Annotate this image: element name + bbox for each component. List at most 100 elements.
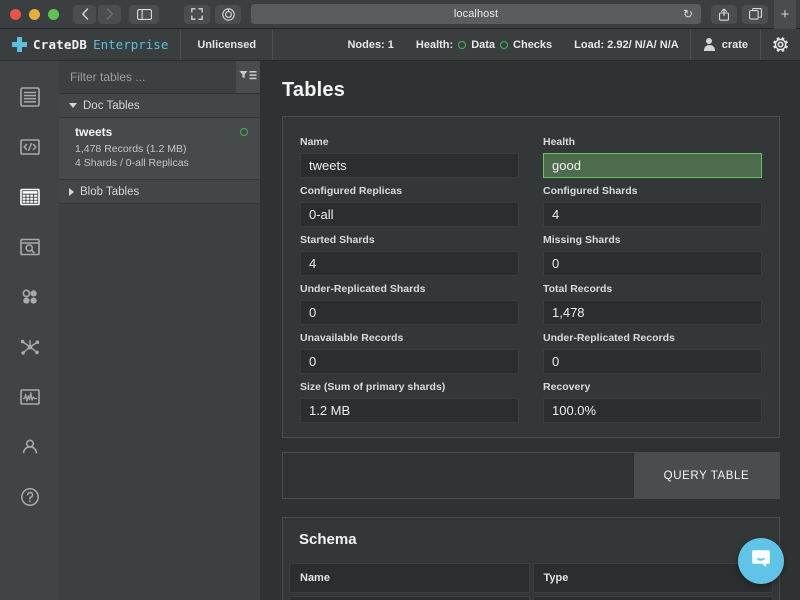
brand[interactable]: CrateDB Enterprise <box>0 29 181 60</box>
reader-mode-icon[interactable] <box>215 5 241 24</box>
field-value[interactable]: 4 <box>300 251 519 276</box>
reload-icon[interactable]: ↻ <box>683 8 693 20</box>
field-label: Configured Replicas <box>300 185 519 197</box>
overview-icon <box>19 86 41 113</box>
field-under-replicated-shards: Under-Replicated Shards 0 <box>300 276 519 325</box>
filter-tables-input[interactable] <box>59 61 236 93</box>
sidebar-item-console[interactable] <box>0 124 59 174</box>
field-label: Unavailable Records <box>300 332 519 344</box>
app-navbar: CrateDB Enterprise Unlicensed Nodes: 1 H… <box>0 29 800 61</box>
sidebar-item-tables[interactable] <box>0 174 59 224</box>
sidebar-item-help[interactable] <box>0 474 59 524</box>
sidebar-item-nodes[interactable] <box>0 324 59 374</box>
field-label: Total Records <box>543 283 762 295</box>
user-menu[interactable]: crate <box>690 29 760 60</box>
main-content: Tables Name tweets Health good Configure… <box>260 61 800 600</box>
table-details-grid: Name tweets Health good Configured Repli… <box>300 129 762 423</box>
console-icon <box>19 136 41 163</box>
show-tabs-icon[interactable] <box>742 5 768 24</box>
page-title: Tables <box>282 79 780 102</box>
group-label: Blob Tables <box>80 186 139 198</box>
forward-icon[interactable] <box>98 5 121 24</box>
address-bar[interactable]: localhost ↻ <box>251 4 701 24</box>
field-value[interactable]: 0 <box>543 349 762 374</box>
icon-sidebar <box>0 61 59 600</box>
health-data-indicator-icon <box>458 41 466 49</box>
schema-column-header-type: Type <box>533 563 774 593</box>
schema-column-header-name: Name <box>289 563 530 593</box>
maximize-window-button[interactable] <box>48 9 59 20</box>
url-text: localhost <box>251 8 701 20</box>
schema-cell-type: OBJECT <box>533 596 774 600</box>
sidebar-item-overview[interactable] <box>0 74 59 124</box>
minimize-window-button[interactable] <box>29 9 40 20</box>
filter-sort-icon <box>239 68 257 86</box>
table-shards: 4 Shards / 0-all Replicas <box>75 156 248 170</box>
group-header-blob-tables[interactable]: Blob Tables <box>59 180 260 204</box>
user-avatar-icon <box>703 38 716 51</box>
gear-icon <box>772 36 789 53</box>
filter-sort-button[interactable] <box>236 61 260 93</box>
schema-header-row: Name Type <box>289 563 773 593</box>
license-status[interactable]: Unlicensed <box>181 29 273 60</box>
browser-chrome: localhost ↻ + <box>0 0 800 29</box>
field-value[interactable]: 4 <box>543 202 762 227</box>
field-value[interactable]: 100.0% <box>543 398 762 423</box>
sidebar-item-user[interactable] <box>0 424 59 474</box>
group-header-doc-tables[interactable]: Doc Tables <box>59 94 260 118</box>
field-value[interactable]: 1,478 <box>543 300 762 325</box>
field-label: Health <box>543 136 762 148</box>
schema-cell-name: account_user <box>289 596 530 600</box>
cratedb-logo-icon <box>12 37 27 52</box>
field-label: Configured Shards <box>543 185 762 197</box>
field-configured-shards: Configured Shards 4 <box>543 178 762 227</box>
fullscreen-icon[interactable] <box>184 5 210 24</box>
query-table-button[interactable]: QUERY TABLE <box>634 453 779 498</box>
field-label: Size (Sum of primary shards) <box>300 381 519 393</box>
query-inspector-icon <box>19 236 41 263</box>
tables-icon <box>19 186 41 213</box>
field-label: Missing Shards <box>543 234 762 246</box>
field-label: Under-Replicated Records <box>543 332 762 344</box>
navigation-buttons <box>73 5 121 24</box>
list-item[interactable]: tweets 1,478 Records (1.2 MB) 4 Shards /… <box>59 118 260 180</box>
field-value[interactable]: 0 <box>300 300 519 325</box>
field-recovery: Recovery 100.0% <box>543 374 762 423</box>
chevron-down-icon <box>69 103 77 108</box>
share-icon[interactable] <box>711 5 737 24</box>
field-value[interactable]: 0-all <box>300 202 519 227</box>
field-label: Name <box>300 136 519 148</box>
health-status: Health: Data Checks <box>405 29 563 60</box>
filter-row <box>59 61 260 94</box>
field-label: Under-Replicated Shards <box>300 283 519 295</box>
chevron-right-icon <box>69 188 74 196</box>
sidebar-item-monitoring[interactable] <box>0 374 59 424</box>
field-value[interactable]: 1.2 MB <box>300 398 519 423</box>
field-total-records: Total Records 1,478 <box>543 276 762 325</box>
table-list-panel: Doc Tables tweets 1,478 Records (1.2 MB)… <box>59 61 260 600</box>
field-value[interactable]: tweets <box>300 153 519 178</box>
chat-bubble-icon <box>749 547 773 576</box>
health-label: Health: <box>416 39 453 51</box>
health-checks-indicator-icon <box>500 41 508 49</box>
cluster-icon <box>19 286 41 313</box>
field-value[interactable]: 0 <box>300 349 519 374</box>
user-name: crate <box>722 39 748 51</box>
field-value[interactable]: good <box>543 153 762 178</box>
field-size: Size (Sum of primary shards) 1.2 MB <box>300 374 519 423</box>
user-icon <box>19 436 41 463</box>
chat-launcher-button[interactable] <box>738 538 784 584</box>
schema-table: Name Type account_user OBJECT <box>283 560 779 600</box>
field-value[interactable]: 0 <box>543 251 762 276</box>
new-tab-button[interactable]: + <box>774 0 796 29</box>
schema-title: Schema <box>283 518 779 560</box>
close-window-button[interactable] <box>10 9 21 20</box>
load-label: Load: 2.92/ N/A/ N/A <box>574 39 679 51</box>
sidebar-item-query-inspector[interactable] <box>0 224 59 274</box>
sidebar-toggle-icon[interactable] <box>129 5 159 24</box>
settings-button[interactable] <box>760 29 800 60</box>
brand-edition: Enterprise <box>93 37 168 52</box>
back-icon[interactable] <box>73 5 96 24</box>
health-checks-label: Checks <box>513 39 552 51</box>
sidebar-item-cluster[interactable] <box>0 274 59 324</box>
